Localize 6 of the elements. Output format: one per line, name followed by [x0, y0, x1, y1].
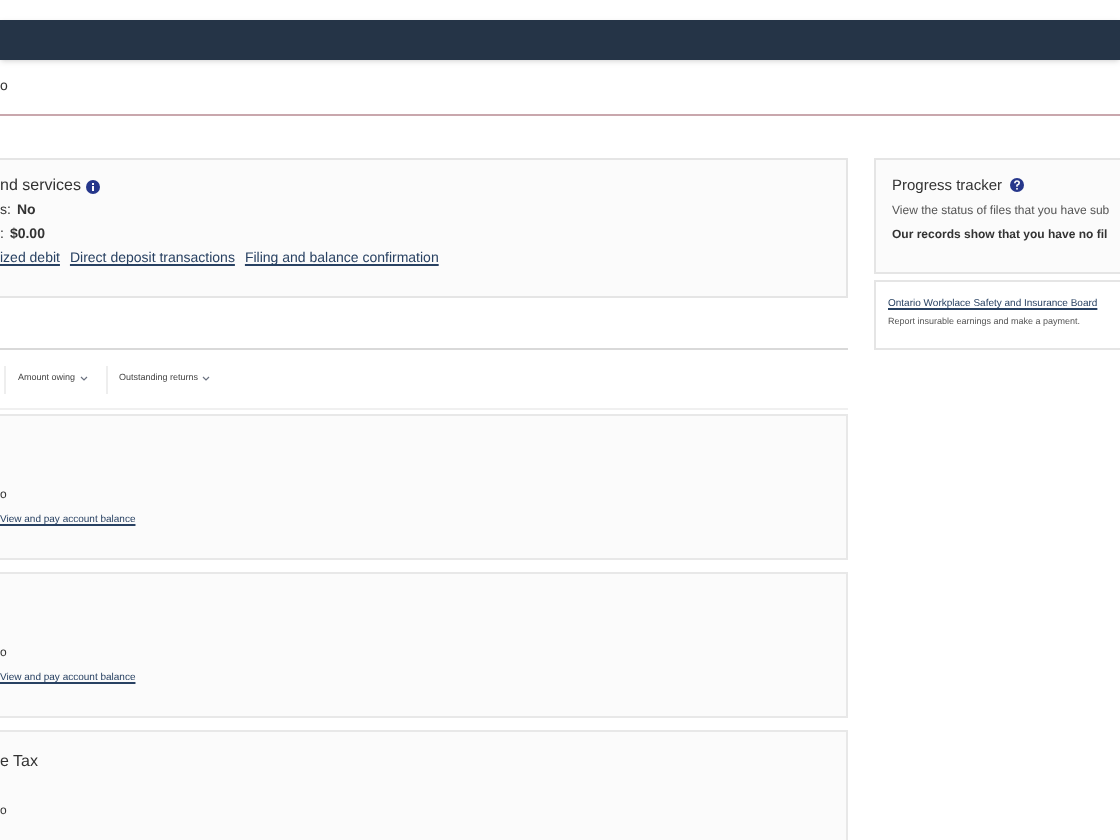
account-title: e Tax	[0, 754, 40, 770]
card-title: nd services	[0, 178, 81, 194]
help-icon	[1010, 178, 1025, 193]
info-icon	[86, 179, 101, 193]
caret-icon	[79, 376, 88, 382]
caret-icon	[202, 376, 211, 382]
